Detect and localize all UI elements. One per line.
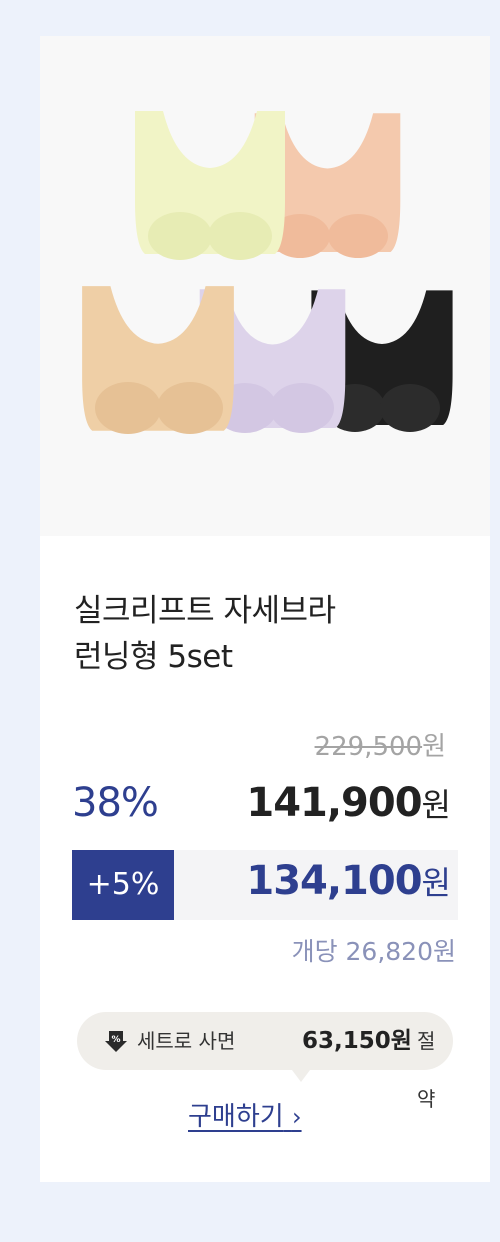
sale-price-unit: 원 xyxy=(421,786,451,824)
bra-beige xyxy=(82,286,234,434)
set-savings-tooltip: % 세트로 사면 63,150원 절약 xyxy=(77,1012,453,1111)
chevron-right-icon: › xyxy=(291,1103,302,1131)
title-line-2: 런닝형 5set xyxy=(74,639,233,675)
product-title[interactable]: 실크리프트 자세브라 런닝형 5set xyxy=(74,588,464,680)
sale-price-value: 141,900 xyxy=(246,780,422,826)
original-price-unit: 원 xyxy=(422,732,446,762)
savings-amount: 63,150원 xyxy=(302,1028,412,1054)
bra-yellow xyxy=(135,111,285,260)
discount-rate: 38% xyxy=(72,780,159,826)
product-card[interactable]: 실크리프트 자세브라 런닝형 5set 229,500원 38% 141,900… xyxy=(40,36,490,1182)
coupon-price-value: 134,100 xyxy=(246,858,422,904)
savings-suffix: 절약 xyxy=(417,1029,436,1111)
coupon-price: 134,100원 xyxy=(246,858,451,904)
bra-set-illustration xyxy=(82,111,453,434)
sale-price: 141,900원 xyxy=(246,780,451,826)
buy-button-label: 구매하기 xyxy=(188,1102,284,1132)
per-unit-price: 개당 26,820원 xyxy=(291,937,456,966)
svg-text:%: % xyxy=(111,1035,120,1045)
buy-button[interactable]: 구매하기 › xyxy=(188,1096,302,1133)
percent-down-icon: % xyxy=(105,1031,127,1052)
original-price: 229,500원 xyxy=(315,726,446,763)
title-line-1: 실크리프트 자세브라 xyxy=(74,593,336,629)
original-price-value: 229,500 xyxy=(314,732,423,762)
product-image[interactable] xyxy=(40,36,490,536)
coupon-price-unit: 원 xyxy=(421,864,451,902)
sale-price-row: 38% 141,900원 xyxy=(72,780,458,830)
savings-label: 세트로 사면 xyxy=(137,1029,236,1053)
extra-discount-badge: +5% xyxy=(72,850,174,920)
coupon-price-row: +5% 134,100원 xyxy=(72,850,458,920)
